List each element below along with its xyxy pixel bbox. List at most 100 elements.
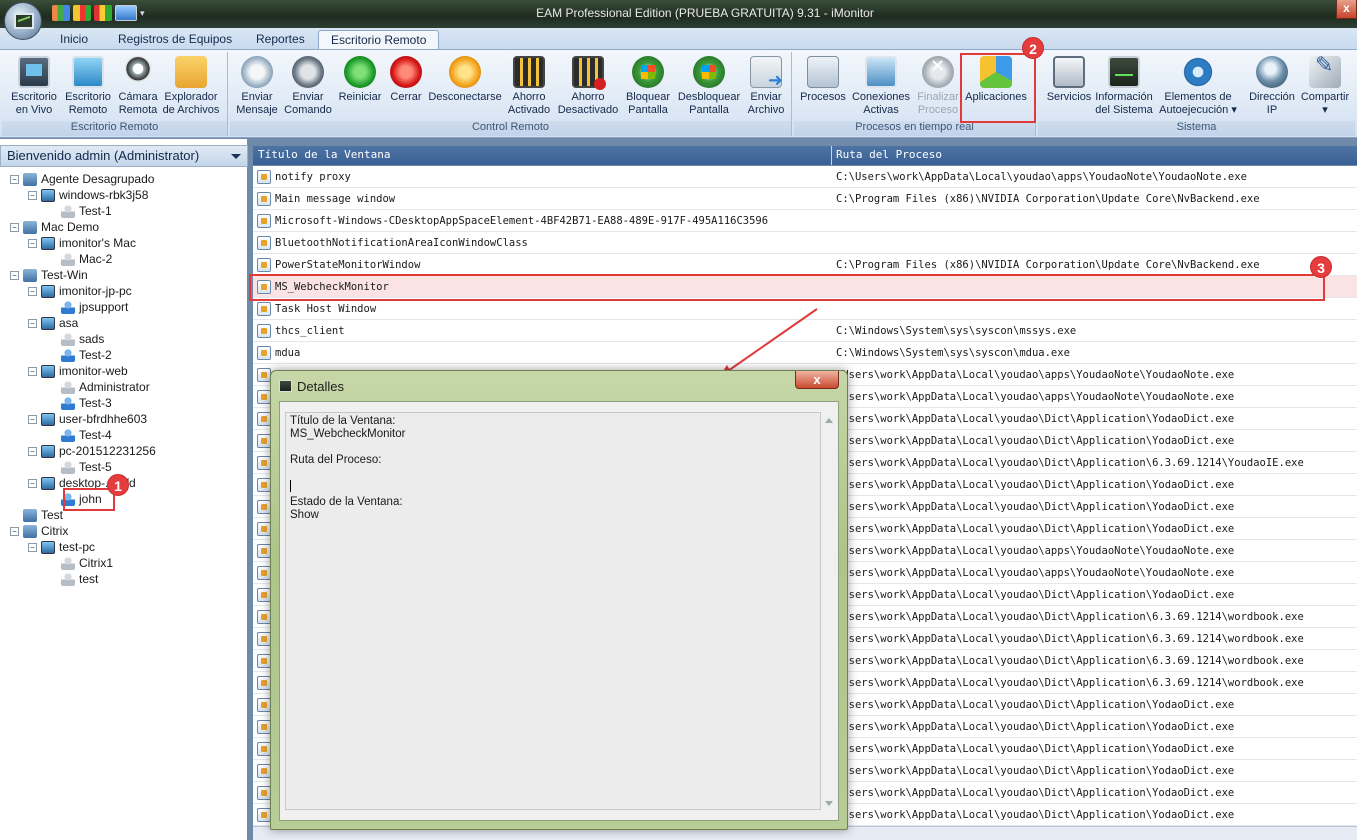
lock-screen-button[interactable]: Bloquear Pantalla bbox=[620, 56, 676, 117]
tree-node[interactable]: − Mac Demo bbox=[10, 219, 99, 235]
window-icon bbox=[257, 434, 271, 448]
expand-toggle-icon[interactable]: − bbox=[28, 415, 37, 425]
shutdown-button[interactable]: Cerrar bbox=[384, 56, 428, 104]
button-label: Comando bbox=[284, 104, 332, 116]
table-row[interactable]: PowerStateMonitorWindow C:\Program Files … bbox=[253, 254, 1357, 276]
startup-items-button[interactable]: Elementos de Autoejecución ▾ bbox=[1156, 56, 1240, 117]
expand-toggle-icon[interactable]: − bbox=[10, 271, 19, 281]
tree-node-label: windows-rbk3j58 bbox=[59, 188, 149, 202]
tab-inicio[interactable]: Inicio bbox=[48, 30, 100, 50]
tree-node[interactable]: − test-pc bbox=[28, 539, 95, 555]
expand-toggle-icon[interactable]: − bbox=[28, 543, 37, 553]
expand-toggle-icon[interactable]: − bbox=[10, 223, 19, 233]
tab-reportes[interactable]: Reportes bbox=[244, 30, 317, 50]
button-label: en Vivo bbox=[15, 104, 53, 116]
detail-line: Título de la Ventana: bbox=[290, 415, 396, 427]
window-icon bbox=[257, 588, 271, 602]
tree-node[interactable]: Administrator bbox=[46, 379, 150, 395]
window-close-button[interactable]: x bbox=[1336, 0, 1357, 19]
tree-node[interactable]: Test-4 bbox=[46, 427, 112, 443]
table-row[interactable]: notify proxy C:\Users\work\AppData\Local\… bbox=[253, 166, 1357, 188]
share-button[interactable]: Compartir▾ bbox=[1296, 56, 1354, 117]
expand-toggle-icon[interactable]: − bbox=[28, 447, 37, 457]
tree-node[interactable]: Test-1 bbox=[46, 203, 112, 219]
active-connections-button[interactable]: Conexiones Activas bbox=[848, 56, 914, 117]
button-label: Mensaje bbox=[236, 104, 278, 116]
services-button[interactable]: Servicios bbox=[1042, 56, 1096, 104]
tree-node[interactable]: − user-bfrdhhe603 bbox=[28, 411, 147, 427]
file-explorer-button[interactable]: Explorador de Archivos bbox=[160, 56, 222, 117]
ip-address-button[interactable]: Dirección IP bbox=[1242, 56, 1302, 117]
expand-toggle-icon[interactable]: − bbox=[28, 479, 37, 489]
tab-registros-de-equipos[interactable]: Registros de Equipos bbox=[106, 30, 244, 50]
screensaver-on-button[interactable]: Ahorro Activado bbox=[504, 56, 554, 117]
tree-node[interactable]: Test-5 bbox=[46, 459, 112, 475]
expand-toggle-icon[interactable]: − bbox=[28, 239, 37, 249]
logoff-button[interactable]: Desconectarse bbox=[426, 56, 504, 104]
dialog-scrollbar[interactable] bbox=[823, 414, 835, 810]
tree-node-label: sads bbox=[79, 332, 105, 346]
expand-toggle-icon[interactable]: − bbox=[28, 191, 37, 201]
tree-node[interactable]: sads bbox=[46, 331, 104, 347]
send-file-icon bbox=[750, 56, 783, 88]
tree-node[interactable]: − imonitor's Mac bbox=[28, 235, 136, 251]
tree-node[interactable]: test bbox=[46, 571, 98, 587]
send-command-button[interactable]: Enviar Comando bbox=[282, 56, 334, 117]
end-process-button[interactable]: FinalizarProceso bbox=[912, 56, 964, 117]
scroll-down-icon[interactable] bbox=[825, 801, 833, 806]
remote-camera-button[interactable]: Cámara Remota bbox=[110, 56, 166, 117]
dialog-close-button[interactable]: x bbox=[795, 371, 839, 389]
send-file-button[interactable]: EnviarArchivo bbox=[744, 56, 788, 117]
details-textarea[interactable]: Título de la Ventana: MS_WebcheckMonitor… bbox=[285, 412, 821, 810]
expand-toggle-icon[interactable]: − bbox=[28, 319, 37, 329]
expand-toggle-icon[interactable]: − bbox=[28, 367, 37, 377]
screensaver-off-button[interactable]: Ahorro Desactivado bbox=[556, 56, 620, 117]
tree-node[interactable]: − asa bbox=[28, 315, 78, 331]
expand-toggle-icon[interactable]: − bbox=[10, 527, 19, 537]
tree-node[interactable]: Citrix1 bbox=[46, 555, 113, 571]
table-row[interactable]: Microsoft-Windows-CDesktopAppSpaceElemen… bbox=[253, 210, 1357, 232]
remote-desktop-button[interactable]: Escritorio Remoto bbox=[60, 56, 116, 117]
tree-node[interactable]: Test-2 bbox=[46, 347, 112, 363]
tree-node[interactable]: Mac-2 bbox=[46, 251, 112, 267]
button-label: Cerrar bbox=[390, 91, 422, 103]
app-menu-button[interactable] bbox=[4, 2, 42, 40]
tree-node[interactable]: − Citrix bbox=[10, 523, 68, 539]
live-desktop-button[interactable]: Escritorio en Vivo bbox=[6, 56, 62, 117]
button-label: Bloquear bbox=[625, 91, 671, 103]
unlock-screen-button[interactable]: Desbloquear Pantalla bbox=[674, 56, 744, 117]
restart-icon bbox=[344, 56, 376, 88]
tree-node[interactable]: − imonitor-jp-pc bbox=[28, 283, 132, 299]
button-label: Pantalla bbox=[689, 104, 729, 116]
tree-node-label: Test-2 bbox=[79, 348, 112, 362]
folder-search-icon bbox=[175, 56, 207, 88]
column-divider[interactable] bbox=[831, 146, 832, 165]
computer-icon bbox=[41, 317, 55, 331]
cell-process-path: C:\Users\work\AppData\Local\youdao\apps\… bbox=[836, 171, 1247, 183]
table-row[interactable]: Main message window C:\Program Files (x86… bbox=[253, 188, 1357, 210]
restart-button[interactable]: Reiniciar bbox=[336, 56, 384, 104]
expand-toggle-icon[interactable]: − bbox=[10, 175, 19, 185]
tree-node[interactable]: jpsupport bbox=[46, 299, 128, 315]
tree-node[interactable]: − imonitor-web bbox=[28, 363, 128, 379]
expand-toggle-icon[interactable]: − bbox=[28, 287, 37, 297]
button-label: Explorador bbox=[164, 91, 218, 103]
tree-node[interactable]: − pc-201512231256 bbox=[28, 443, 156, 459]
send-message-button[interactable]: Enviar Mensaje bbox=[234, 56, 280, 117]
table-row[interactable]: BluetoothNotificationAreaIconWindowClass bbox=[253, 232, 1357, 254]
system-info-button[interactable]: Información del Sistema bbox=[1092, 56, 1156, 117]
tree-node[interactable]: Test-3 bbox=[46, 395, 112, 411]
button-label: Procesos bbox=[800, 91, 846, 103]
processes-button[interactable]: Procesos bbox=[798, 56, 848, 104]
tree-node[interactable]: − Test-Win bbox=[10, 267, 88, 283]
tree-node[interactable]: − windows-rbk3j58 bbox=[28, 187, 148, 203]
chevron-down-icon[interactable] bbox=[231, 154, 241, 159]
scroll-up-icon[interactable] bbox=[825, 418, 833, 423]
tab-escritorio-remoto[interactable]: Escritorio Remoto bbox=[318, 30, 440, 50]
dialog-body: Título de la Ventana: MS_WebcheckMonitor… bbox=[279, 401, 839, 821]
tree-node[interactable]: − Agente Desagrupado bbox=[10, 171, 154, 187]
tree-header[interactable]: Bienvenido admin (Administrator) bbox=[0, 145, 248, 167]
column-header-process-path[interactable]: Ruta del Proceso bbox=[836, 148, 942, 161]
column-header-window-title[interactable]: Título de la Ventana bbox=[258, 148, 390, 161]
tree-node[interactable]: Test bbox=[10, 507, 63, 523]
